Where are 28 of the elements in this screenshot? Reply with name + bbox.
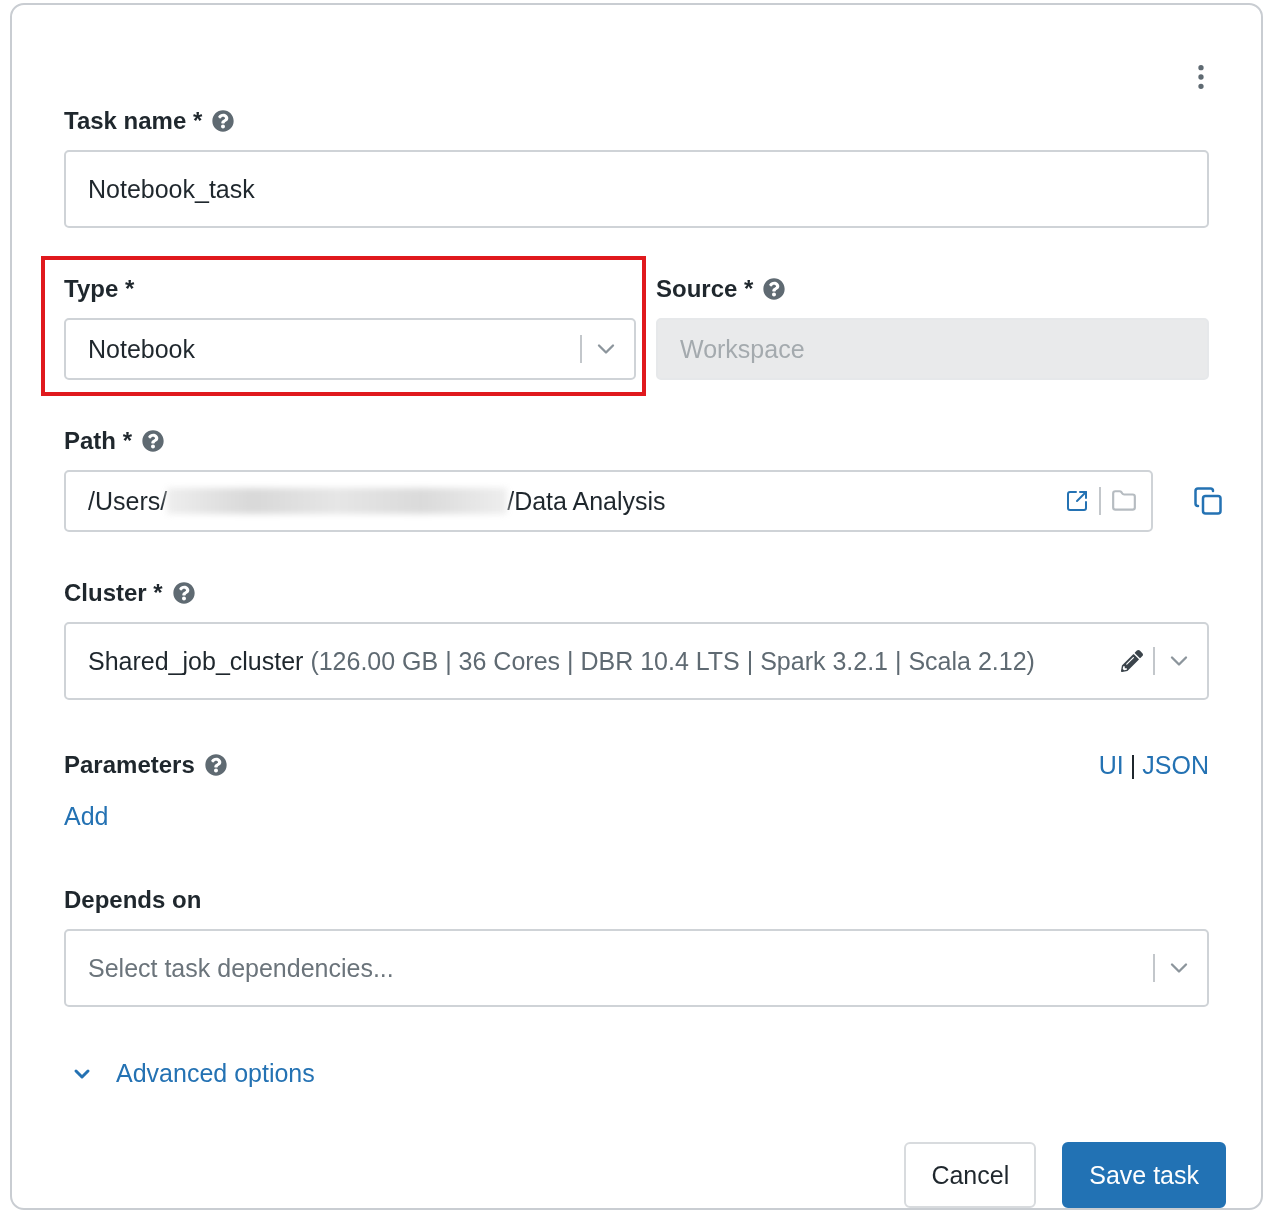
cluster-select[interactable]: Shared_job_cluster (126.00 GB | 36 Cores | DBR 10.4 LTS | Spark 3.2.1 | Scala 2.12) xyxy=(64,622,1209,700)
external-link-icon[interactable] xyxy=(1065,489,1089,513)
field-label: Task name * xyxy=(64,107,203,135)
help-icon[interactable] xyxy=(212,110,235,132)
task-name-field[interactable]: Notebook_task xyxy=(64,150,1209,228)
type-select[interactable]: Notebook xyxy=(64,318,636,380)
field-label: Parameters xyxy=(64,751,195,779)
json-mode-link[interactable]: JSON xyxy=(1142,750,1209,780)
field-label: Source * xyxy=(656,275,754,303)
save-button[interactable]: Save task xyxy=(1062,1142,1226,1208)
field-label: Type * xyxy=(64,275,135,303)
help-icon[interactable] xyxy=(172,582,195,604)
copy-icon[interactable] xyxy=(1193,486,1223,516)
cancel-button[interactable]: Cancel xyxy=(904,1142,1037,1208)
depends-on-select[interactable]: Select task dependencies... xyxy=(64,929,1209,1007)
ui-mode-link[interactable]: UI xyxy=(1098,750,1124,780)
help-icon[interactable] xyxy=(142,430,164,452)
help-icon[interactable] xyxy=(204,754,227,776)
help-icon[interactable] xyxy=(763,278,786,300)
add-link[interactable]: Add xyxy=(64,802,109,831)
field-label: Cluster * xyxy=(64,579,163,607)
separator: | xyxy=(1129,750,1137,780)
source-field: Workspace xyxy=(656,318,1209,380)
path-field[interactable]: /Users/ /Data Analysis xyxy=(64,470,1153,532)
field-label: Depends on xyxy=(64,886,202,914)
edit-icon[interactable] xyxy=(1121,650,1143,672)
advanced-options-toggle[interactable]: Advanced options xyxy=(64,1059,315,1088)
field-label: Path * xyxy=(64,427,132,455)
